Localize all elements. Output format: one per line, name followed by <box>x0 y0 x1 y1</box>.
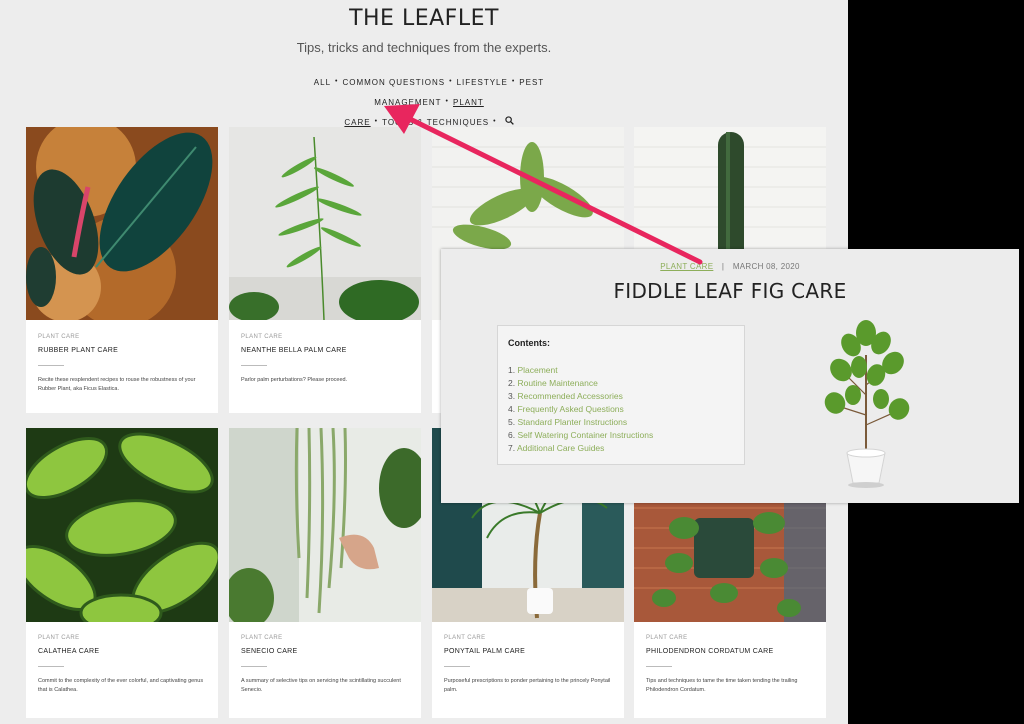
annotation-arrow <box>384 104 703 265</box>
